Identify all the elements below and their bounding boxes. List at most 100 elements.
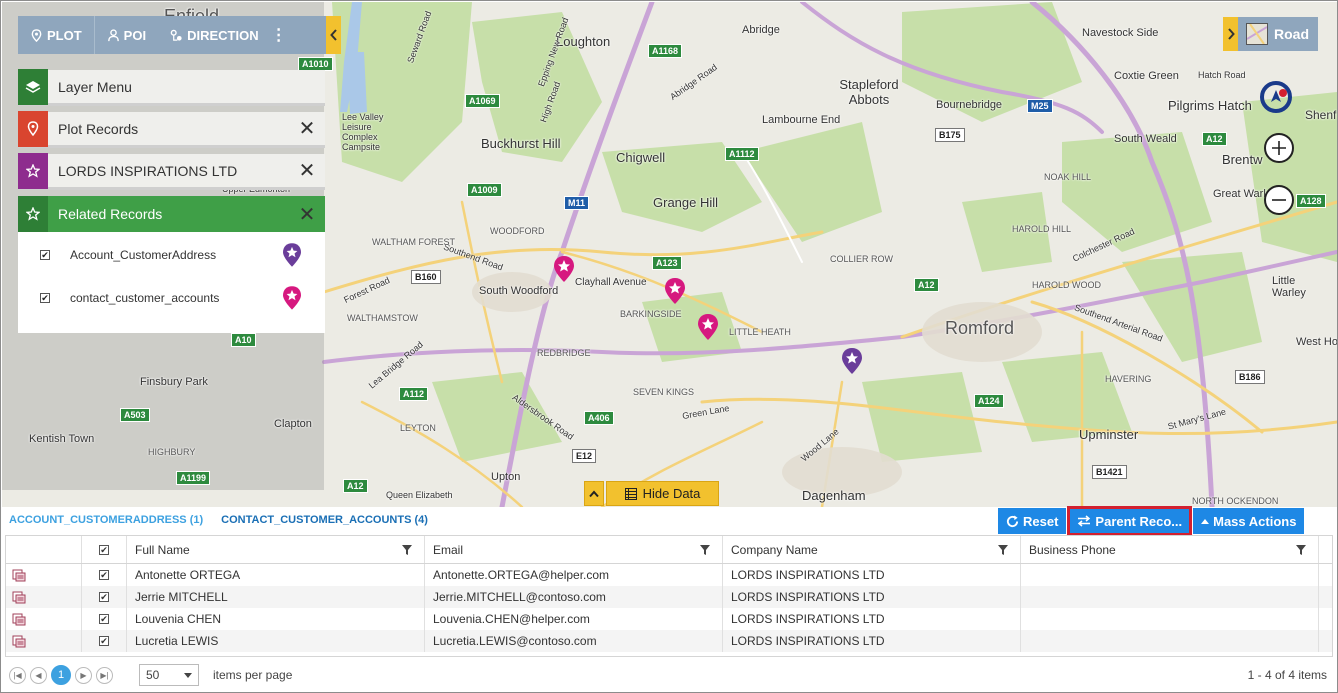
column-header-company-name[interactable]: Company Name <box>723 536 1021 563</box>
table-row[interactable]: ✔ Louvenia CHEN Louvenia.CHEN@helper.com… <box>6 608 1332 630</box>
map-label: Upminster <box>1079 427 1139 442</box>
star-icon <box>18 152 48 189</box>
map-label: Upton <box>491 471 521 483</box>
related-item-label: Account_CustomerAddress <box>70 248 217 262</box>
zoom-out-button[interactable] <box>1264 185 1294 215</box>
reset-button[interactable]: Reset <box>998 508 1067 534</box>
direction-button[interactable]: DIRECTION <box>158 16 271 54</box>
direction-label: DIRECTION <box>187 27 259 43</box>
cell-phone <box>1021 630 1319 652</box>
next-page-button[interactable]: ▶ <box>75 666 92 684</box>
close-icon[interactable]: ✕ <box>289 202 325 227</box>
tab-account-customeraddress[interactable]: ACCOUNT_CUSTOMERADDRESS (1) <box>9 514 203 526</box>
column-label: Email <box>433 542 464 557</box>
map-toolbar: PLOT POI DIRECTION ⋮ <box>18 16 326 54</box>
map-label: Dagenham <box>802 488 866 503</box>
row-checkbox[interactable]: ✔ <box>99 592 109 602</box>
table-row[interactable]: ✔ Lucretia LEWIS Lucretia.LEWIS@contoso.… <box>6 630 1332 652</box>
filter-icon[interactable] <box>998 544 1008 555</box>
expand-basemap-button[interactable] <box>1223 17 1238 51</box>
hide-data-button[interactable]: Hide Data <box>606 481 719 506</box>
row-checkbox[interactable]: ✔ <box>99 570 109 580</box>
map-marker-pin[interactable] <box>842 348 862 374</box>
layer-menu-panel[interactable]: Layer Menu <box>18 68 325 106</box>
expand-grid-button[interactable] <box>584 481 604 506</box>
collapse-panel-button[interactable] <box>326 16 341 54</box>
column-header-business-phone[interactable]: Business Phone <box>1021 536 1319 563</box>
filter-icon[interactable] <box>700 544 710 555</box>
map-label: Little Warley <box>1272 275 1306 299</box>
plot-button[interactable]: PLOT <box>18 16 94 54</box>
road-badge: A1010 <box>298 57 333 71</box>
refresh-icon <box>1006 514 1019 527</box>
map-label: BARKINGSIDE <box>620 309 682 319</box>
record-icon[interactable] <box>12 613 26 626</box>
select-all-checkbox[interactable]: ✔ <box>82 536 127 563</box>
basemap-road-button[interactable]: Road <box>1238 17 1318 51</box>
basemap-label: Road <box>1274 26 1309 42</box>
map-label: REDBRIDGE <box>537 348 591 358</box>
filter-icon[interactable] <box>1296 544 1306 555</box>
mass-actions-button[interactable]: Mass Actions <box>1193 508 1305 534</box>
zoom-in-button[interactable] <box>1264 133 1294 163</box>
record-icon[interactable] <box>12 569 26 582</box>
related-records-header[interactable]: Related Records ✕ <box>18 196 325 232</box>
map-label: West Ho <box>1296 336 1337 348</box>
map-label: Brentw <box>1222 152 1263 167</box>
map-label: Lambourne End <box>762 114 841 126</box>
cell-company: LORDS INSPIRATIONS LTD <box>723 564 1021 586</box>
filter-icon[interactable] <box>402 544 412 555</box>
more-options-icon[interactable]: ⋮ <box>271 25 287 45</box>
prev-page-button[interactable]: ◀ <box>30 666 47 684</box>
close-icon[interactable]: ✕ <box>289 116 325 141</box>
chevron-left-icon <box>329 29 337 41</box>
record-icon[interactable] <box>12 635 26 648</box>
map-label: Grange Hill <box>653 195 719 210</box>
road-badge: B160 <box>411 270 441 284</box>
row-checkbox[interactable]: ✔ <box>99 614 109 624</box>
map-marker-pin[interactable] <box>665 278 685 304</box>
last-page-button[interactable]: ▶| <box>96 666 113 684</box>
map-label: Stapleford Abbots <box>839 77 899 107</box>
plus-icon <box>1272 141 1286 155</box>
map-label: Buckhurst Hill <box>481 136 561 151</box>
compass-icon[interactable] <box>1259 80 1293 114</box>
related-item-checkbox[interactable]: ✔ <box>40 293 50 303</box>
map-label: HAROLD HILL <box>1012 224 1072 234</box>
grid-header-row: ✔ Full Name Email Company Name Business … <box>6 536 1332 564</box>
minus-icon <box>1272 199 1286 201</box>
swap-icon <box>1078 515 1091 527</box>
cell-company: LORDS INSPIRATIONS LTD <box>723 608 1021 630</box>
map-label: WOODFORD <box>490 226 545 236</box>
pink-pin-icon <box>283 286 301 310</box>
column-header-full-name[interactable]: Full Name <box>127 536 425 563</box>
route-icon <box>170 29 182 41</box>
record-icon[interactable] <box>12 591 26 604</box>
cell-full-name: Lucretia LEWIS <box>127 630 425 652</box>
table-row[interactable]: ✔ Jerrie MITCHELL Jerrie.MITCHELL@contos… <box>6 586 1332 608</box>
road-badge: B1421 <box>1092 465 1127 479</box>
poi-button[interactable]: POI <box>95 16 158 54</box>
page-size-select[interactable]: 50 <box>139 664 199 686</box>
table-row[interactable]: ✔ Antonette ORTEGA Antonette.ORTEGA@help… <box>6 564 1332 586</box>
map-marker-pin[interactable] <box>554 256 574 282</box>
parent-records-button[interactable]: Parent Reco... <box>1067 506 1193 536</box>
road-badge: A112 <box>399 387 429 401</box>
plot-records-panel[interactable]: Plot Records ✕ <box>18 110 325 148</box>
chevron-right-icon <box>1227 28 1235 40</box>
cell-full-name: Antonette ORTEGA <box>127 564 425 586</box>
column-header-email[interactable]: Email <box>425 536 723 563</box>
column-label: Company Name <box>731 542 818 557</box>
grid-actions: Reset Parent Reco... Mass Actions <box>998 506 1305 536</box>
related-item-checkbox[interactable]: ✔ <box>40 250 50 260</box>
map-marker-pin[interactable] <box>698 314 718 340</box>
row-checkbox[interactable]: ✔ <box>99 636 109 646</box>
cell-phone <box>1021 586 1319 608</box>
current-page-button[interactable]: 1 <box>51 665 71 685</box>
map-label: NOAK HILL <box>1044 172 1092 182</box>
tab-contact-customer-accounts[interactable]: CONTACT_CUSTOMER_ACCOUNTS (4) <box>221 514 428 526</box>
first-page-button[interactable]: |◀ <box>9 666 26 684</box>
close-icon[interactable]: ✕ <box>289 158 325 183</box>
lords-panel[interactable]: LORDS INSPIRATIONS LTD ✕ <box>18 152 325 190</box>
cell-phone <box>1021 564 1319 586</box>
